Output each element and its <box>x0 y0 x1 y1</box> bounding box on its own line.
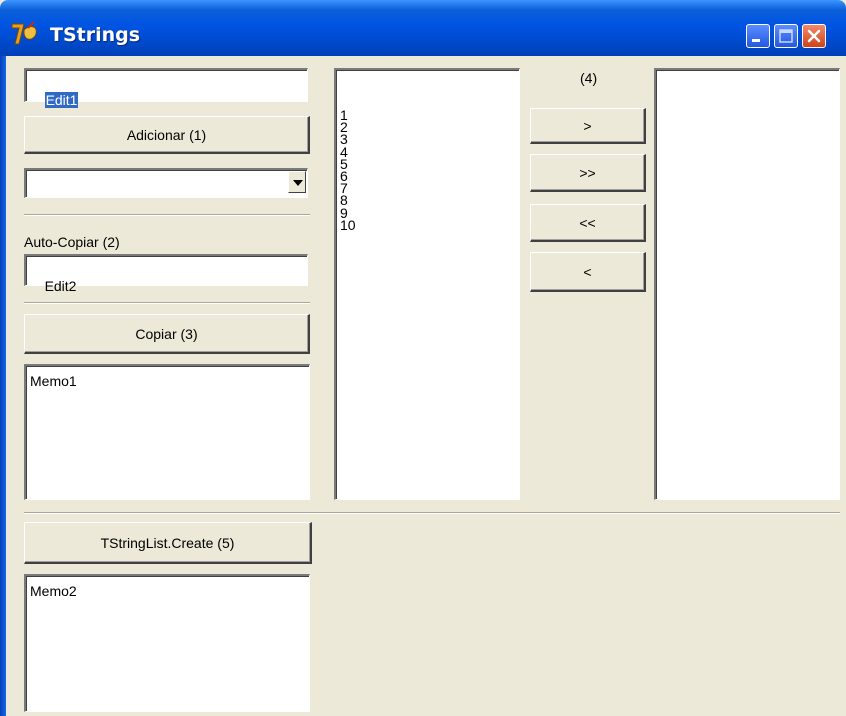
auto-copy-label: Auto-Copiar (2) <box>24 234 120 250</box>
close-icon <box>807 29 821 43</box>
add-button-label: Adicionar (1) <box>126 126 207 143</box>
window-frame-left <box>0 56 6 716</box>
delphi-app-icon <box>11 21 37 45</box>
separator <box>24 302 310 304</box>
tstringlist-create-button[interactable]: TStringList.Create (5) <box>24 522 312 564</box>
minimize-icon <box>752 39 760 42</box>
edit2-field[interactable]: Edit2 <box>24 254 308 294</box>
edit1-field[interactable]: Edit1 <box>24 68 308 108</box>
transfer-label: (4) <box>580 70 598 86</box>
list-item[interactable]: 9 <box>340 206 515 220</box>
list-item[interactable]: 2 <box>340 120 515 134</box>
combobox-dropdown-button[interactable] <box>288 171 306 193</box>
move-all-left-button[interactable]: << <box>530 204 646 242</box>
list-item[interactable]: 8 <box>340 193 515 207</box>
source-listbox-items: 1 2 3 4 5 6 7 8 9 10 <box>340 108 515 232</box>
edit1-text: Edit1 <box>44 92 79 108</box>
title-bar[interactable]: TStrings <box>0 0 846 56</box>
add-button[interactable]: Adicionar (1) <box>24 116 310 154</box>
close-button[interactable] <box>802 24 826 48</box>
move-all-right-button[interactable]: >> <box>530 154 646 192</box>
list-item[interactable]: 6 <box>340 169 515 183</box>
memo2-text: Memo2 <box>30 583 77 599</box>
list-item[interactable]: 7 <box>340 181 515 195</box>
move-all-left-label: << <box>579 214 596 231</box>
copy-button-label: Copiar (3) <box>135 325 198 342</box>
main-window: TStrings Edit1 Adicionar (1) Auto-Copiar… <box>0 0 846 716</box>
target-listbox[interactable] <box>654 68 840 500</box>
move-one-right-label: > <box>583 117 592 134</box>
combobox[interactable] <box>24 168 308 198</box>
list-item[interactable]: 1 <box>340 108 515 122</box>
source-listbox[interactable]: 1 2 3 4 5 6 7 8 9 10 <box>334 68 520 500</box>
chevron-down-icon <box>293 180 303 186</box>
copy-button[interactable]: Copiar (3) <box>24 314 310 354</box>
edit2-text: Edit2 <box>44 278 77 294</box>
list-item[interactable]: 5 <box>340 157 515 171</box>
memo1[interactable]: Memo1 <box>24 364 310 500</box>
maximize-button[interactable] <box>774 24 798 48</box>
list-item[interactable]: 3 <box>340 132 515 146</box>
move-one-right-button[interactable]: > <box>530 108 646 144</box>
list-item[interactable]: 4 <box>340 144 515 158</box>
list-item[interactable]: 10 <box>340 218 515 232</box>
memo1-text: Memo1 <box>30 373 77 389</box>
separator <box>24 512 840 514</box>
tstringlist-create-label: TStringList.Create (5) <box>100 534 235 551</box>
move-one-left-button[interactable]: < <box>530 252 646 292</box>
move-all-right-label: >> <box>579 164 596 181</box>
separator <box>24 214 310 216</box>
minimize-button[interactable] <box>746 24 770 48</box>
window-title: TStrings <box>50 24 141 46</box>
move-one-left-label: < <box>583 263 592 280</box>
memo2[interactable]: Memo2 <box>24 574 310 712</box>
maximize-icon <box>779 29 793 43</box>
